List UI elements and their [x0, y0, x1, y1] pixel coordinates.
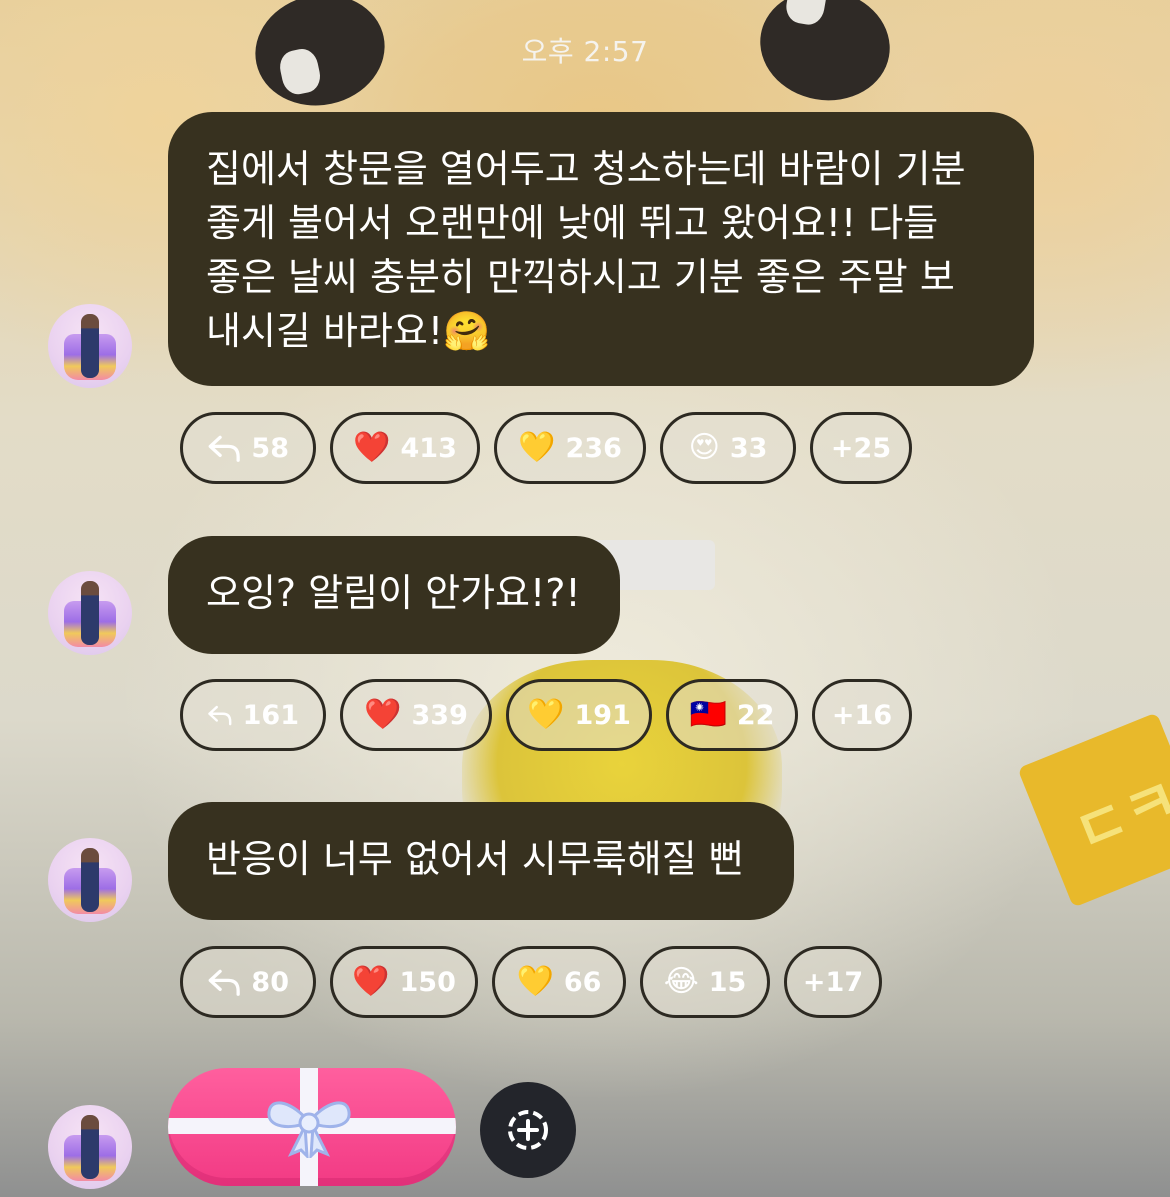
yellow-heart-icon: 💛 — [518, 430, 556, 465]
reply-count-button[interactable]: 161 — [180, 679, 326, 751]
message-bubble[interactable]: 오잉? 알림이 안가요!?! — [168, 536, 620, 654]
more-reactions-button[interactable]: +16 — [812, 679, 912, 751]
gift-ribbon-icon — [267, 1101, 351, 1158]
avatar[interactable] — [48, 304, 132, 388]
yellow-heart-icon: 💛 — [527, 697, 565, 732]
reaction-bar: 58 ❤️ 413 💛 236 😍 33 +25 — [180, 412, 912, 484]
more-reactions-button[interactable]: +17 — [784, 946, 882, 1018]
red-heart-icon: ❤️ — [353, 430, 391, 465]
avatar[interactable] — [48, 838, 132, 922]
reaction-heart-button[interactable]: ❤️ 339 — [340, 679, 492, 751]
reply-arrow-icon — [208, 705, 232, 726]
reaction-heart-button[interactable]: ❤️ 150 — [330, 946, 478, 1018]
taiwan-flag-icon: 🇹🇼 — [689, 697, 727, 732]
red-heart-icon: ❤️ — [364, 697, 402, 732]
heart-eyes-icon: 😍 — [688, 430, 720, 465]
avatar[interactable] — [48, 571, 132, 655]
reply-count-button[interactable]: 80 — [180, 946, 316, 1018]
reaction-heart-eyes-button[interactable]: 😍 33 — [660, 412, 796, 484]
message-timestamp: 오후 2:57 — [521, 35, 649, 68]
message-bubble[interactable]: 반응이 너무 없어서 시무룩해질 뻔 — [168, 802, 794, 920]
reaction-yellow-heart-button[interactable]: 💛 66 — [492, 946, 626, 1018]
reaction-laugh-button[interactable]: 😂 15 — [640, 946, 770, 1018]
reply-arrow-icon — [208, 969, 240, 996]
add-reaction-button[interactable] — [480, 1082, 576, 1178]
yellow-heart-icon: 💛 — [516, 964, 554, 999]
tears-of-joy-icon: 😂 — [663, 964, 699, 999]
message-text: 반응이 너무 없어서 시무룩해질 뻔 — [206, 837, 744, 881]
gift-message[interactable] — [168, 1068, 456, 1186]
reply-count-button[interactable]: 58 — [180, 412, 316, 484]
message-text: 오잉? 알림이 안가요!?! — [206, 571, 581, 615]
message-bubble[interactable]: 집에서 창문을 열어두고 청소하는데 바람이 기분 좋게 불어서 오랜만에 낮에… — [168, 112, 1034, 386]
reaction-bar: 80 ❤️ 150 💛 66 😂 15 +17 — [180, 946, 882, 1018]
reaction-heart-button[interactable]: ❤️ 413 — [330, 412, 480, 484]
avatar[interactable] — [48, 1105, 132, 1189]
message-text: 집에서 창문을 열어두고 청소하는데 바람이 기분 좋게 불어서 오랜만에 낮에… — [206, 147, 966, 353]
red-heart-icon: ❤️ — [352, 964, 390, 999]
more-reactions-button[interactable]: +25 — [810, 412, 912, 484]
reaction-flag-button[interactable]: 🇹🇼 22 — [666, 679, 798, 751]
reaction-bar: 161 ❤️ 339 💛 191 🇹🇼 22 +16 — [180, 679, 912, 751]
reply-arrow-icon — [208, 435, 240, 462]
reaction-yellow-heart-button[interactable]: 💛 191 — [506, 679, 652, 751]
add-reaction-icon — [508, 1110, 548, 1150]
reaction-yellow-heart-button[interactable]: 💛 236 — [494, 412, 646, 484]
